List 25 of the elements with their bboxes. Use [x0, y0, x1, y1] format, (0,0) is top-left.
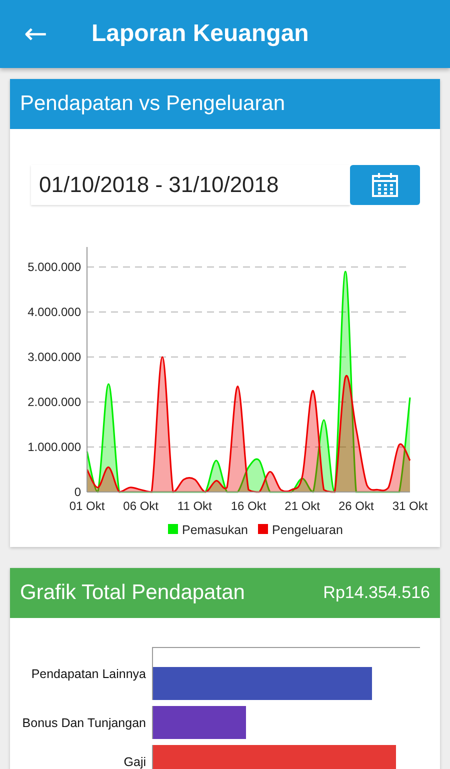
x-axis-label: 06 Okt [123, 499, 159, 513]
y-axis-label: 3.000.000 [28, 350, 81, 364]
bar-label: Gaji [122, 754, 147, 768]
x-axis-label: 31 Okt [392, 499, 428, 513]
bar-label: Bonus Dan Tunjangan [21, 716, 147, 730]
app-title: Laporan Keuangan [91, 20, 309, 48]
x-axis-label: 21 Okt [284, 499, 320, 513]
total-amount: Rp14.354.516 [323, 583, 430, 603]
legend-label: Pengeluaran [272, 523, 343, 537]
y-axis-label: 2.000.000 [28, 395, 81, 409]
x-axis-label: 26 Okt [338, 499, 374, 513]
card-title: Grafik Total Pendapatan [20, 581, 245, 605]
x-axis-label: 16 Okt [230, 499, 266, 513]
calendar-button[interactable] [350, 165, 420, 205]
legend-label: Pemasukan [182, 523, 248, 537]
date-range-field[interactable]: 01/10/2018 - 31/10/2018 [31, 165, 350, 205]
y-axis-label: 0 [74, 485, 81, 499]
x-axis-label: 01 Okt [69, 499, 105, 513]
y-axis-label: 1.000.000 [28, 440, 81, 454]
y-axis-label: 4.000.000 [28, 305, 81, 319]
y-axis-label: 5.000.000 [28, 260, 81, 274]
x-axis-label: 11 Okt [177, 499, 212, 513]
bar-label: Pendapatan Lainnya [30, 666, 147, 680]
calendar-icon [371, 172, 399, 198]
card-title: Pendapatan vs Pengeluaran [20, 92, 286, 116]
